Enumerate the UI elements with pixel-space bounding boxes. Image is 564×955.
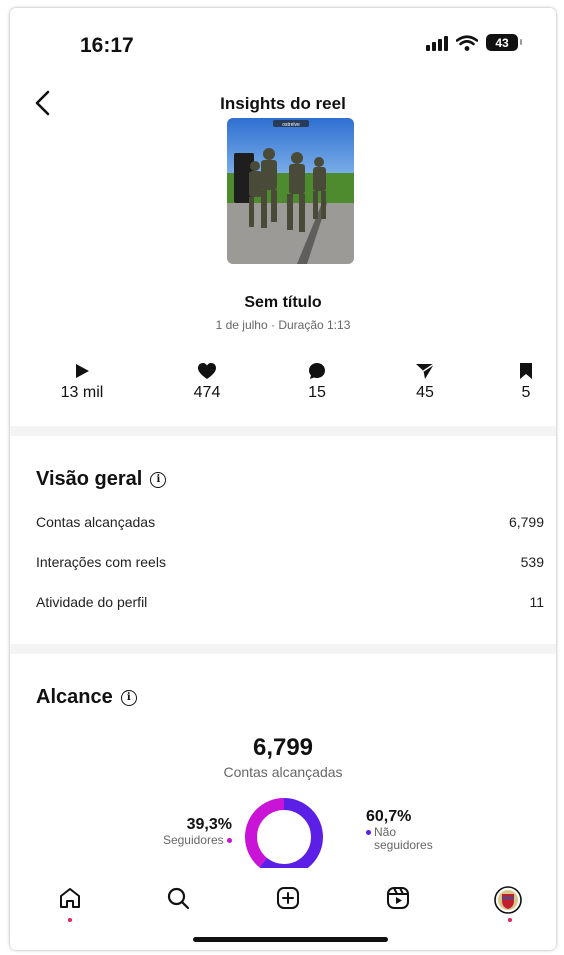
reel-meta: 1 de julho · Duração 1:13 bbox=[215, 318, 351, 332]
info-icon[interactable]: i bbox=[120, 689, 137, 706]
stat-likes: 474 bbox=[167, 362, 247, 402]
bottom-nav bbox=[10, 868, 556, 950]
row-value: 539 bbox=[520, 554, 544, 570]
overview-row-reel-interactions[interactable]: Interações com reels 539 bbox=[36, 554, 544, 576]
followers-label: Seguidores bbox=[162, 833, 224, 847]
row-label: Contas alcançadas bbox=[36, 514, 156, 530]
notification-dot bbox=[68, 918, 72, 922]
wifi-icon bbox=[456, 34, 478, 51]
reach-value: 6,799 bbox=[252, 734, 314, 761]
reach-title-text: Alcance bbox=[36, 686, 113, 708]
battery-icon: 43 bbox=[486, 34, 522, 51]
phone-screen: 16:17 43 Insights do reel ostrelve Sem t… bbox=[10, 8, 556, 950]
stat-saves-value: 5 bbox=[521, 384, 531, 401]
home-indicator bbox=[193, 937, 388, 942]
thumbnail-caption: ostrelve bbox=[282, 122, 300, 128]
info-icon[interactable]: i bbox=[150, 471, 167, 488]
status-time: 16:17 bbox=[80, 34, 134, 57]
overview-row-accounts-reached[interactable]: Contas alcançadas 6,799 bbox=[36, 514, 544, 536]
create-icon bbox=[277, 887, 299, 909]
row-value: 11 bbox=[529, 594, 544, 610]
profile-avatar bbox=[494, 886, 522, 914]
search-icon bbox=[167, 887, 190, 910]
stat-comments-value: 15 bbox=[308, 384, 326, 401]
stat-saves: 5 bbox=[486, 362, 556, 402]
stats-row: 13 mil 474 15 45 5 bbox=[10, 362, 556, 412]
notification-dot bbox=[508, 918, 512, 922]
row-label: Interações com reels bbox=[36, 554, 166, 570]
stat-plays-value: 13 mil bbox=[60, 384, 104, 401]
followers-dot bbox=[227, 838, 232, 844]
reel-title: Sem título bbox=[244, 294, 322, 311]
nav-reels[interactable] bbox=[378, 886, 418, 926]
play-icon bbox=[76, 364, 89, 378]
stat-shares-value: 45 bbox=[416, 384, 434, 401]
non-followers-percent: 60,7% bbox=[366, 808, 412, 825]
non-followers-dot bbox=[366, 830, 371, 836]
reach-label: Contas alcançadas bbox=[223, 764, 343, 780]
followers-percent: 39,3% bbox=[186, 816, 232, 833]
nav-home[interactable] bbox=[50, 886, 90, 926]
home-icon bbox=[60, 888, 80, 908]
status-bar: 16:17 43 bbox=[10, 8, 556, 78]
row-label: Atividade do perfil bbox=[36, 594, 148, 610]
non-followers-label-2: seguidores bbox=[374, 838, 433, 852]
overview-title-text: Visão geral bbox=[36, 468, 143, 490]
nav-search[interactable] bbox=[158, 886, 198, 926]
reels-icon bbox=[387, 887, 409, 909]
share-icon bbox=[416, 363, 435, 379]
bookmark-icon bbox=[520, 363, 532, 379]
non-followers-label-1: Não bbox=[374, 825, 397, 839]
overview-row-profile-activity[interactable]: Atividade do perfil 11 bbox=[36, 594, 544, 616]
reel-thumbnail[interactable]: ostrelve bbox=[227, 118, 354, 264]
divider bbox=[10, 426, 556, 436]
overview-title: Visão geral i bbox=[36, 468, 167, 491]
non-followers-label-line: Não seguidores bbox=[366, 826, 476, 852]
nav-profile[interactable] bbox=[488, 886, 528, 926]
status-icons: 43 bbox=[426, 34, 522, 51]
stat-shares: 45 bbox=[385, 362, 465, 402]
followers-label-line: Seguidores bbox=[122, 834, 232, 847]
nav-create[interactable] bbox=[268, 886, 308, 926]
followers-legend: 39,3% Seguidores bbox=[122, 816, 232, 847]
reach-title: Alcance i bbox=[36, 686, 137, 709]
heart-icon bbox=[198, 363, 216, 379]
reel-thumbnail-image: ostrelve bbox=[227, 118, 354, 264]
signal-icon bbox=[426, 35, 448, 51]
row-value: 6,799 bbox=[508, 514, 544, 530]
stat-plays: 13 mil bbox=[42, 362, 122, 402]
non-followers-legend: 60,7% Não seguidores bbox=[366, 808, 476, 852]
comment-icon bbox=[309, 363, 325, 379]
page-title: Insights do reel bbox=[220, 94, 346, 113]
stat-comments: 15 bbox=[277, 362, 357, 402]
stat-likes-value: 474 bbox=[193, 384, 221, 401]
divider bbox=[10, 644, 556, 654]
